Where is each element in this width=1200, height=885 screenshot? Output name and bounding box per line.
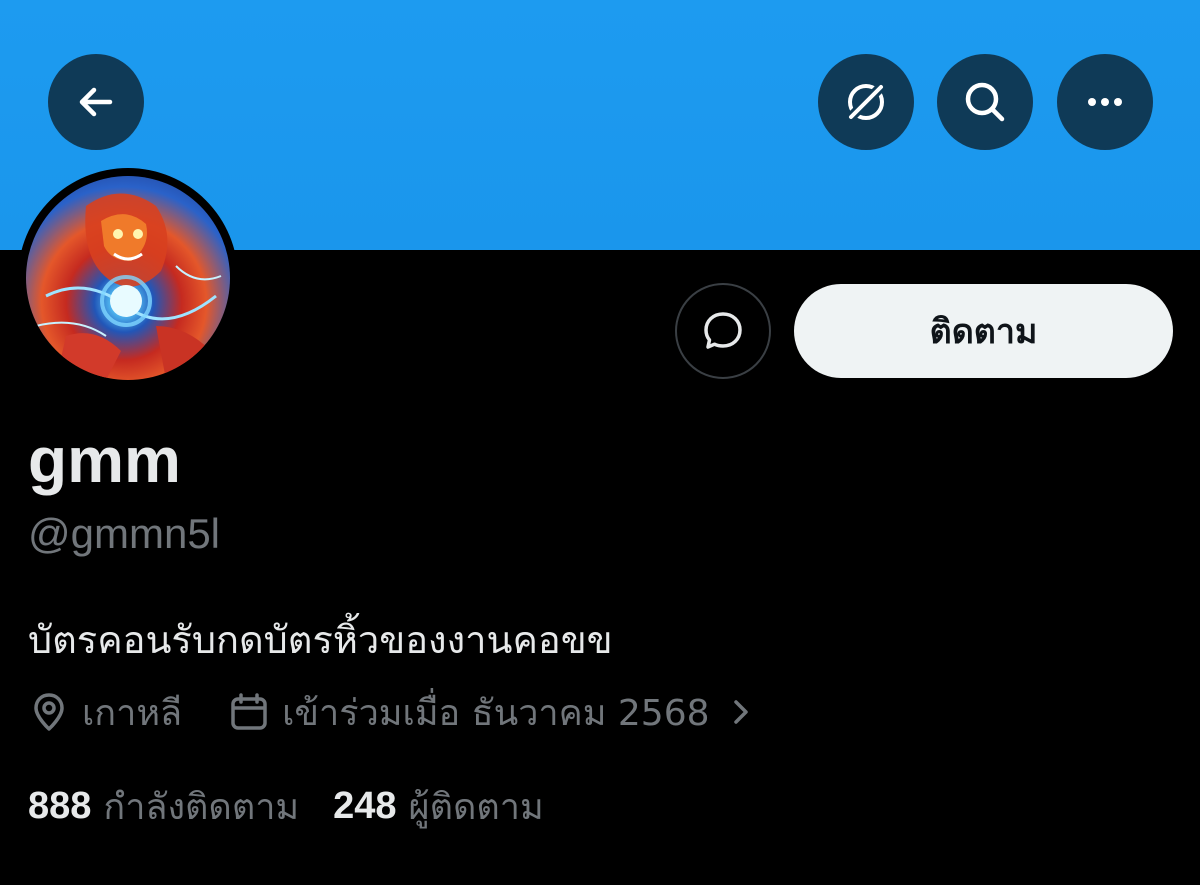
following-stat[interactable]: 888 กำลังติดตาม [28,778,299,835]
message-button[interactable] [675,283,771,379]
avatar-image [26,176,230,380]
location-text: เกาหลี [82,692,183,734]
avatar[interactable] [18,168,238,388]
follow-stats: 888 กำลังติดตาม 248 ผู้ติดตาม [28,778,544,834]
location: เกาหลี [28,684,182,741]
profile-meta: เกาหลี เข้าร่วมเมื่อ ธันวาคม 2568 [28,684,758,740]
display-name: gmm [28,424,181,496]
message-bubble-icon [704,312,742,349]
more-horizontal-icon [1088,98,1122,106]
followers-label: ผู้ติดตาม [408,786,544,828]
location-pin-icon [34,693,64,731]
profile-page: ติดตาม gmm @gmmn5l บัตรคอนรับกดบัตรหิ้วข… [0,0,1200,885]
join-date-text: เข้าร่วมเมื่อ ธันวาคม 2568 [282,692,710,734]
followers-count: 248 [333,784,397,827]
more-button[interactable] [1057,54,1153,150]
followers-stat[interactable]: 248 ผู้ติดตาม [333,778,544,835]
chevron-right-icon [733,700,748,724]
search-icon [965,82,1005,122]
profile-bio: บัตรคอนรับกดบัตรหิ้วของงานคอขข [28,618,613,662]
following-label: กำลังติดตาม [103,786,300,828]
grok-button[interactable] [818,54,914,150]
search-button[interactable] [937,54,1033,150]
join-date[interactable]: เข้าร่วมเมื่อ ธันวาคม 2568 [228,684,757,741]
arrow-left-icon [79,87,113,117]
grok-slash-icon [845,81,887,123]
username-handle: @gmmn5l [28,510,221,557]
calendar-icon [231,693,267,730]
follow-button[interactable]: ติดตาม [794,284,1173,378]
back-button[interactable] [48,54,144,150]
following-count: 888 [28,784,92,827]
